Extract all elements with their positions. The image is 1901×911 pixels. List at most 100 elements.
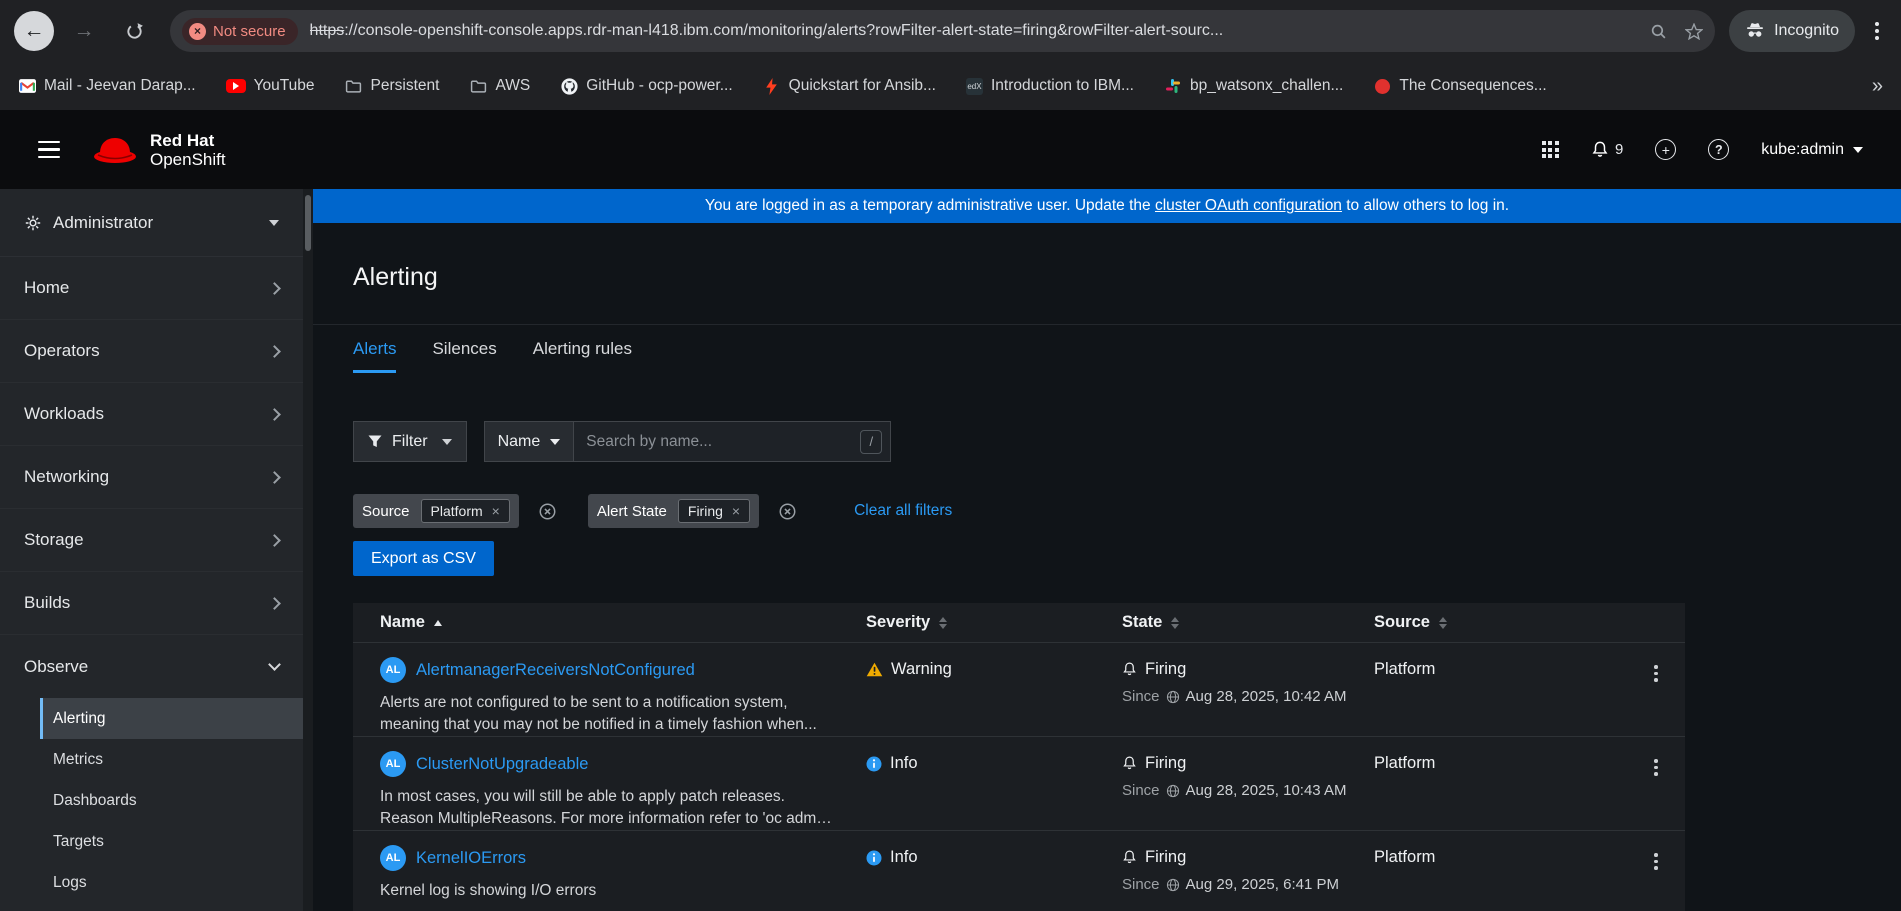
sidebar-item-home[interactable]: Home xyxy=(0,257,303,320)
bookmark-edx[interactable]: edX Introduction to IBM... xyxy=(965,77,1134,95)
chip-label: Firing xyxy=(687,503,723,519)
search-input[interactable] xyxy=(574,432,861,451)
column-header-source[interactable]: Source xyxy=(1374,613,1648,632)
browser-menu-button[interactable] xyxy=(1869,16,1885,46)
url-rest: ://console-openshift-console.apps.rdr-ma… xyxy=(344,22,1224,39)
tab-silences[interactable]: Silences xyxy=(432,325,496,373)
openshift-masthead: Red Hat OpenShift 9 + ? kube:admin xyxy=(0,110,1901,189)
bookmark-mail[interactable]: Mail - Jeevan Darap... xyxy=(18,77,196,95)
sidebar-item-networking[interactable]: Networking xyxy=(0,446,303,509)
filter-dropdown[interactable]: Filter xyxy=(353,421,467,462)
column-header-severity[interactable]: Severity xyxy=(866,613,1122,632)
sidebar-item-observe[interactable]: Observe xyxy=(0,635,303,698)
sidebar-item-dashboards[interactable]: Dashboards xyxy=(40,780,303,821)
tab-alerting-rules[interactable]: Alerting rules xyxy=(533,325,632,373)
bookmark-label: YouTube xyxy=(253,77,315,94)
url-text: https://console-openshift-console.apps.r… xyxy=(310,22,1641,40)
browser-forward-button[interactable]: → xyxy=(64,11,104,51)
browser-reload-button[interactable] xyxy=(114,11,154,51)
bookmark-persistent[interactable]: Persistent xyxy=(345,77,440,95)
redhat-openshift-logo[interactable]: Red Hat OpenShift xyxy=(92,131,226,169)
nav-toggle-button[interactable] xyxy=(32,135,66,165)
globe-icon xyxy=(1166,690,1179,703)
nav-label: Observe xyxy=(24,656,89,676)
gear-icon xyxy=(25,215,41,230)
severity-label: Info xyxy=(890,754,918,772)
bookmark-label: GitHub - ocp-power... xyxy=(586,77,733,94)
bookmarks-overflow-chevron[interactable]: » xyxy=(1872,75,1883,98)
bookmark-label: The Consequences... xyxy=(1399,77,1547,94)
severity-cell: Info xyxy=(866,754,1122,773)
brand-line1: Red Hat xyxy=(150,130,215,150)
alert-name-link[interactable]: AlertmanagerReceiversNotConfigured xyxy=(416,661,695,680)
not-secure-chip[interactable]: × Not secure xyxy=(182,17,298,45)
clear-all-filters-link[interactable]: Clear all filters xyxy=(854,502,952,520)
sidebar-scrollbar xyxy=(303,189,313,911)
sidebar-item-operators[interactable]: Operators xyxy=(0,320,303,383)
row-actions-kebab[interactable] xyxy=(1648,657,1664,690)
sidebar-item-alerting[interactable]: Alerting xyxy=(40,698,303,739)
bookmark-label: AWS xyxy=(495,77,531,94)
sidebar-item-metrics[interactable]: Metrics xyxy=(40,739,303,780)
sidebar-item-storage[interactable]: Storage xyxy=(0,509,303,572)
clear-alert-state-filter-button[interactable] xyxy=(773,497,802,526)
clear-source-filter-button[interactable] xyxy=(533,497,562,526)
sidebar-item-workloads[interactable]: Workloads xyxy=(0,383,303,446)
filter-chip-firing: Firing × xyxy=(677,499,751,523)
bookmark-github[interactable]: GitHub - ocp-power... xyxy=(560,77,733,95)
bookmark-star-icon[interactable] xyxy=(1685,22,1704,40)
column-header-state[interactable]: State xyxy=(1122,613,1374,632)
export-csv-button[interactable]: Export as CSV xyxy=(353,541,494,576)
zoom-icon[interactable] xyxy=(1650,23,1667,40)
globe-icon xyxy=(1166,784,1179,797)
chip-remove-icon[interactable]: × xyxy=(492,503,500,519)
github-icon xyxy=(560,77,578,95)
state-label: Firing xyxy=(1145,848,1187,866)
source-cell: Platform xyxy=(1374,660,1436,678)
bookmark-aws[interactable]: AWS xyxy=(469,77,530,95)
bookmark-slack[interactable]: bp_watsonx_challen... xyxy=(1164,77,1343,95)
user-menu[interactable]: kube:admin xyxy=(1761,141,1863,159)
bookmark-label: Mail - Jeevan Darap... xyxy=(44,77,196,94)
bookmark-label: bp_watsonx_challen... xyxy=(1189,77,1344,94)
alert-description: Kernel log is showing I/O errors xyxy=(380,882,597,899)
state-cell: Firing xyxy=(1122,754,1374,773)
source-cell: Platform xyxy=(1374,754,1436,772)
help-button[interactable]: ? xyxy=(1708,139,1730,160)
app-launcher-icon[interactable] xyxy=(1541,141,1559,158)
bookmark-label: Persistent xyxy=(370,77,440,94)
edx-icon: edX xyxy=(965,77,983,95)
not-secure-label: Not secure xyxy=(213,22,286,40)
gmail-icon xyxy=(18,77,36,95)
filter-toolbar: Filter Name / xyxy=(353,421,1901,462)
browser-back-button[interactable]: ← xyxy=(14,11,54,51)
sidebar-item-targets[interactable]: Targets xyxy=(40,821,303,862)
alerts-table: Name Severity State Source AL Alertmanag… xyxy=(353,603,1685,911)
address-bar[interactable]: × Not secure https://console-openshift-c… xyxy=(170,10,1716,52)
sidebar-item-builds[interactable]: Builds xyxy=(0,572,303,635)
bookmark-youtube[interactable]: YouTube xyxy=(225,77,315,95)
add-button[interactable]: + xyxy=(1655,139,1677,160)
banner-text-suffix: to allow others to log in. xyxy=(1341,197,1510,214)
perspective-switcher[interactable]: Administrator xyxy=(0,189,303,257)
row-actions-kebab[interactable] xyxy=(1648,751,1664,784)
row-actions-kebab[interactable] xyxy=(1648,845,1664,878)
chip-remove-icon[interactable]: × xyxy=(732,503,740,519)
bookmark-label: Introduction to IBM... xyxy=(990,77,1134,94)
tab-alerts[interactable]: Alerts xyxy=(353,325,397,373)
alert-name-link[interactable]: KernelIOErrors xyxy=(416,849,526,868)
source-cell: Platform xyxy=(1374,848,1436,866)
bookmark-quickstart[interactable]: Quickstart for Ansib... xyxy=(763,77,936,95)
redhat-fedora-icon xyxy=(94,137,136,163)
reload-icon xyxy=(126,22,143,39)
attribute-select[interactable]: Name xyxy=(483,421,575,462)
table-row: AL KernelIOErrors Kernel log is showing … xyxy=(353,831,1685,911)
notifications-button[interactable]: 9 xyxy=(1591,141,1623,159)
alert-name-link[interactable]: ClusterNotUpgradeable xyxy=(416,755,588,774)
sidebar-item-logs[interactable]: Logs xyxy=(40,862,303,903)
nav-label: Workloads xyxy=(24,404,104,423)
bookmark-consequences[interactable]: The Consequences... xyxy=(1373,77,1547,95)
scrollbar-thumb[interactable] xyxy=(305,195,311,251)
oauth-config-link[interactable]: cluster OAuth configuration xyxy=(1155,197,1342,215)
column-header-name[interactable]: Name xyxy=(380,613,866,632)
